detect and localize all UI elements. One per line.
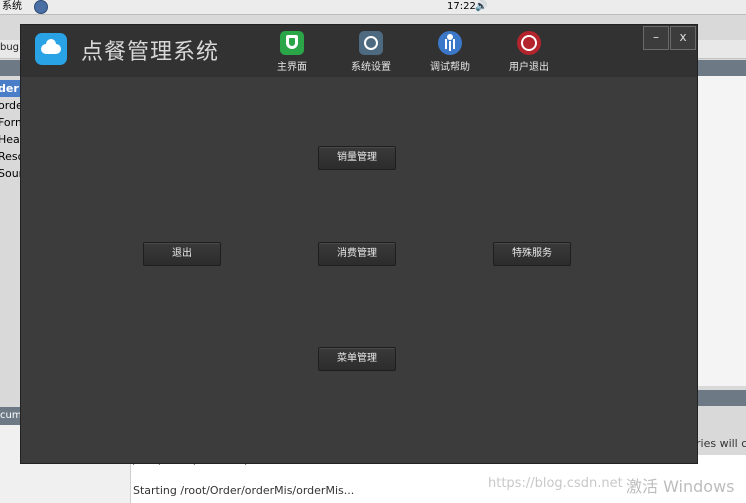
app-title: 点餐管理系统 (81, 40, 220, 65)
nav-help[interactable]: 调试帮助 (420, 31, 480, 73)
nav-logout[interactable]: 用户退出 (499, 31, 559, 73)
ide-panel-header (0, 60, 20, 76)
project-item[interactable]: Sour (0, 165, 20, 182)
activate-windows-notice: 激活 Windows (626, 477, 735, 496)
app-header: 点餐管理系统 主界面 系统设置 调试帮助 用户退出 – x (21, 25, 697, 77)
nav-help-label: 调试帮助 (430, 62, 470, 73)
power-icon (517, 31, 541, 55)
project-item[interactable]: orde (0, 97, 20, 114)
gear-icon (359, 31, 383, 55)
project-tree: der orde Form Hea Reso Sour (0, 80, 20, 182)
console-line: Starting /root/Order/orderMis/orderMis..… (133, 484, 355, 497)
nav-settings[interactable]: 系统设置 (341, 31, 401, 73)
project-item[interactable]: Hea (0, 131, 20, 148)
special-service-button[interactable]: 特殊服务 (493, 242, 571, 266)
sales-management-button[interactable]: 销量管理 (318, 146, 396, 170)
app-window: 点餐管理系统 主界面 系统设置 调试帮助 用户退出 – x 销量管理 退出 消费… (20, 24, 698, 464)
system-menu[interactable]: 系统 (2, 0, 22, 13)
project-item[interactable]: Reso (0, 148, 20, 165)
ide-toolbar-label: bug (0, 42, 20, 53)
console-side-text: ries will c (696, 437, 746, 450)
ide-bottom-tab[interactable]: cum (0, 407, 20, 425)
speaker-icon[interactable]: 🔊 (475, 0, 487, 13)
accessibility-icon (438, 31, 462, 55)
ide-panel-header-right (696, 60, 746, 76)
project-item[interactable]: Form (0, 114, 20, 131)
project-item[interactable]: der (0, 80, 20, 97)
nav-home-label: 主界面 (277, 62, 307, 73)
desktop-top-panel: 系统 17:22 🔊 (0, 0, 746, 15)
minimize-button[interactable]: – (643, 26, 669, 50)
watermark: https://blog.csdn.net (488, 476, 623, 491)
close-button[interactable]: x (670, 26, 696, 50)
shield-home-icon (280, 31, 304, 55)
exit-button[interactable]: 退出 (143, 242, 221, 266)
nav-home[interactable]: 主界面 (262, 31, 322, 73)
ide-editor-area (696, 76, 746, 386)
ide-output-header (696, 390, 746, 406)
menu-management-button[interactable]: 菜单管理 (318, 347, 396, 371)
nav-logout-label: 用户退出 (509, 62, 549, 73)
nav-settings-label: 系统设置 (351, 62, 391, 73)
cloud-icon (35, 33, 67, 65)
system-globe-icon[interactable] (34, 0, 48, 14)
consumption-management-button[interactable]: 消费管理 (318, 242, 396, 266)
clock: 17:22 (447, 1, 476, 12)
